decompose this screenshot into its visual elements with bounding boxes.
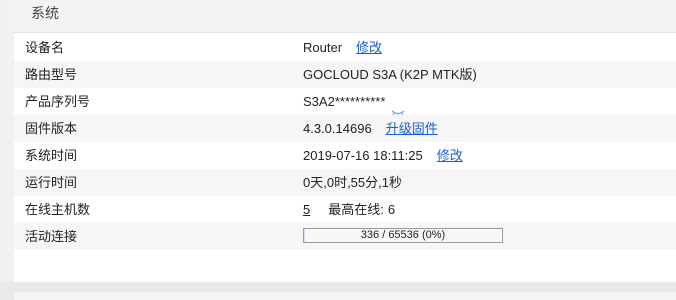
system-time-label: 系统时间 [25, 148, 78, 163]
online-hosts-value-cell: 5 最高在线: 6 [303, 196, 395, 223]
uptime-label: 运行时间 [25, 175, 78, 190]
edit-device-name-link[interactable]: 修改 [356, 40, 382, 55]
row-device-name: 设备名 Router 修改 [14, 34, 676, 61]
online-hosts-label: 在线主机数 [25, 202, 91, 217]
peak-online-value: 6 [387, 202, 396, 217]
active-connections-label: 活动连接 [25, 229, 78, 244]
firmware-version-value-cell: 4.3.0.14696 升级固件 [303, 115, 438, 142]
router-model-label: 路由型号 [25, 67, 78, 82]
next-panel-edge [0, 282, 676, 300]
active-connections-text: 336 / 65536 (0%) [360, 229, 446, 241]
row-firmware-version: 固件版本 4.3.0.14696 升级固件 [14, 115, 676, 142]
firmware-version-label: 固件版本 [25, 121, 78, 136]
firmware-version-value: 4.3.0.14696 [303, 121, 372, 136]
row-uptime: 运行时间 0天,0时,55分,1秒 [14, 169, 676, 196]
edit-system-time-link[interactable]: 修改 [437, 148, 463, 163]
row-router-model: 路由型号 GOCLOUD S3A (K2P MTK版) [14, 61, 676, 88]
panel-title: 系统 [14, 0, 676, 33]
next-panel-top [14, 292, 676, 300]
active-connections-progress-bar: 336 / 65536 (0%) [303, 228, 503, 243]
serial-number-value: S3A2********** [303, 94, 386, 109]
row-serial-number: 产品序列号 S3A2********** [14, 88, 676, 117]
system-time-value: 2019-07-16 18:11:25 [303, 148, 423, 163]
eye-closed-icon[interactable] [391, 99, 405, 117]
serial-number-label: 产品序列号 [25, 94, 91, 109]
serial-number-value-cell: S3A2********** [303, 88, 405, 117]
upgrade-firmware-link[interactable]: 升级固件 [386, 121, 438, 136]
router-model-value: GOCLOUD S3A (K2P MTK版) [303, 67, 477, 82]
row-system-time: 系统时间 2019-07-16 18:11:25 修改 [14, 142, 676, 169]
peak-online-label: 最高在线: [328, 202, 384, 217]
device-name-value: Router [303, 40, 343, 55]
system-time-value-cell: 2019-07-16 18:11:25 修改 [303, 142, 463, 169]
device-name-label: 设备名 [25, 40, 65, 55]
uptime-value: 0天,0时,55分,1秒 [303, 175, 402, 190]
row-online-hosts: 在线主机数 5 最高在线: 6 [14, 196, 676, 223]
system-panel: 系统 设备名 Router 修改 路由型号 GOCLOUD S3A (K2P MT… [14, 0, 676, 282]
device-name-value-cell: Router 修改 [303, 34, 382, 61]
online-hosts-count-link[interactable]: 5 [303, 202, 310, 217]
system-info-table: 设备名 Router 修改 路由型号 GOCLOUD S3A (K2P MTK版)… [14, 34, 676, 250]
row-active-connections: 活动连接 336 / 65536 (0%) [14, 223, 676, 250]
